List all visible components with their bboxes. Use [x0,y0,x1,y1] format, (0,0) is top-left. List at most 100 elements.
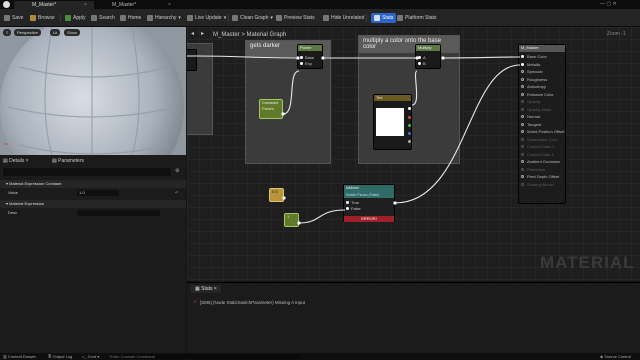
apply-button[interactable]: Apply [65,13,86,23]
settings-icon[interactable]: ⚙ [175,168,179,174]
close-icon[interactable]: × [213,286,217,292]
result-pin-label: Emissive Color [527,91,554,97]
hide-unrelated-button[interactable]: Hide Unrelated [323,13,364,23]
reset-icon[interactable]: ↶ [175,189,178,197]
pin-icon [521,145,524,149]
r-pin[interactable] [408,116,411,119]
result-pin[interactable]: Subsurface Color [521,136,565,144]
close-icon[interactable]: × [168,1,171,9]
desc-input[interactable] [77,210,160,216]
app-logo-icon [3,1,10,8]
lit-button[interactable]: Lit [50,29,61,36]
b-pin[interactable] [408,132,411,135]
result-pin[interactable]: Roughness [521,76,565,84]
tab-parameters[interactable]: ▤ Parameters [52,157,84,165]
clean-graph-button[interactable]: Clean Graph ▾ [232,13,273,23]
b-pin[interactable]: B [416,60,440,66]
content-drawer-button[interactable]: ▥ Content Drawer [3,353,36,360]
power-node[interactable]: Power Base Exp [297,44,323,69]
tab-details[interactable]: ▤ Details × [3,157,29,165]
constant-node-2[interactable]: 1 [284,213,299,227]
show-button[interactable]: Show [64,29,81,36]
hierarchy-button[interactable]: Hierarchy ▾ [147,13,181,23]
exp-pin[interactable]: Exp [298,60,322,66]
result-pin[interactable]: Custom Data 1 [521,151,565,159]
result-pins: Base Color Metallic Specular Roughness Aniso… [519,52,565,188]
value-row: Value 1.0 ↶ [0,189,186,197]
result-pin[interactable]: Custom Data 0 [521,143,565,151]
result-pin[interactable]: Base Color [521,53,565,61]
result-pin[interactable]: Metallic [521,61,565,69]
node-partial[interactable] [187,49,197,71]
viewport-menu-button[interactable]: ≡ [3,29,11,36]
result-pin[interactable]: Ambient Occlusion [521,158,565,166]
result-pin[interactable]: Anisotropy [521,83,565,91]
console-input[interactable] [110,354,300,359]
constant-node[interactable]: Constant Param [259,99,283,119]
result-pin-label: Tangent [527,121,542,127]
section-material-expression[interactable]: ▾ Material Expression [0,200,186,208]
result-pin[interactable]: Tangent [521,121,565,129]
preview-stats-button[interactable]: Preview Stats [276,13,315,23]
live-update-button[interactable]: Live Update ▾ [187,13,226,23]
scalar-param-node[interactable]: 0.5 [269,188,284,202]
details-search-input[interactable] [3,168,171,176]
preview-viewport[interactable]: ≡ Perspective Lit Show xz [0,27,186,155]
material-graph[interactable]: ◂ ▸ M_Master > Material Graph Zoom -1 ge… [187,27,640,281]
close-icon[interactable]: × [84,1,87,9]
stats-button[interactable]: Stats [371,13,397,23]
home-button[interactable]: Home [120,13,141,23]
output-log-button[interactable]: ≣ Output Log [48,353,72,360]
forward-arrow-icon[interactable]: ▸ [201,30,204,37]
g-pin[interactable] [408,124,411,127]
tab-label: M_Master* [112,2,137,8]
result-pin[interactable]: Specular [521,68,565,76]
search-button[interactable]: Search [91,13,115,23]
result-pin[interactable]: Pixel Depth Offset [521,173,565,181]
close-icon[interactable]: × [24,158,29,164]
result-pin[interactable]: World Position Offset [521,128,565,136]
result-pin[interactable]: Shading Model [521,181,565,189]
result-pin[interactable]: Opacity [521,98,565,106]
cmd-dropdown[interactable]: >_ Cmd ▾ [82,353,99,360]
graph-title: M_Master > Material Graph [213,32,287,38]
window-controls[interactable]: — ▢ ✕ [600,1,638,8]
platform-stats-button[interactable]: Platform Stats [397,13,436,23]
section-material-expression-constant[interactable]: ▾ Material Expression Constant [0,180,186,188]
stats-panel: ▦ Stats × ⚠ [SM5] (Node StaticSwitchPara… [187,282,640,353]
stats-tab[interactable]: ▦ Stats × [191,285,221,293]
save-button[interactable]: Save [4,13,23,23]
result-pin-label: Roughness [527,76,548,82]
tab-m-master-1[interactable]: M_Master* × [14,1,94,9]
pin-icon [521,77,524,81]
back-arrow-icon[interactable]: ◂ [191,30,194,37]
rgb-pin[interactable] [408,107,411,110]
multiply-node[interactable]: Multiply A B [415,44,441,69]
pin-icon [521,130,524,134]
desc-label: Desc [8,210,18,215]
result-pin[interactable]: Emissive Color [521,91,565,99]
divider [60,14,61,22]
hide-icon [323,15,329,21]
result-pin[interactable]: Normal [521,113,565,121]
static-switch-node[interactable]: isMetal Switch Param (False) True False … [343,184,395,222]
result-pin-label: Ambient Occlusion [527,159,561,164]
error-message: [SM5] (Node StaticSwitchParameter) Missi… [200,299,305,305]
vector-param-node[interactable]: Tint [373,94,412,150]
value-input[interactable]: 1.0 [77,190,119,196]
false-pin[interactable]: False [344,205,394,211]
material-result-node[interactable]: M_Master Base Color Metallic Specular Rough… [518,44,566,204]
result-pin[interactable]: Opacity Mask [521,106,565,114]
tab-m-master-2[interactable]: M_Master* × [98,1,178,9]
perspective-button[interactable]: Perspective [14,29,41,36]
pin-icon [521,85,524,89]
live-update-icon [187,15,193,21]
result-pin-label: Base Color [527,54,547,59]
pin-icon [521,152,524,156]
a-pin[interactable] [408,140,411,143]
result-pin[interactable]: Refraction [521,166,565,174]
browse-button[interactable]: Browse [30,13,55,23]
axis-gizmo: xz [4,141,8,146]
source-control-button[interactable]: ◈ Source Control [600,353,631,360]
pin-icon [521,175,524,179]
